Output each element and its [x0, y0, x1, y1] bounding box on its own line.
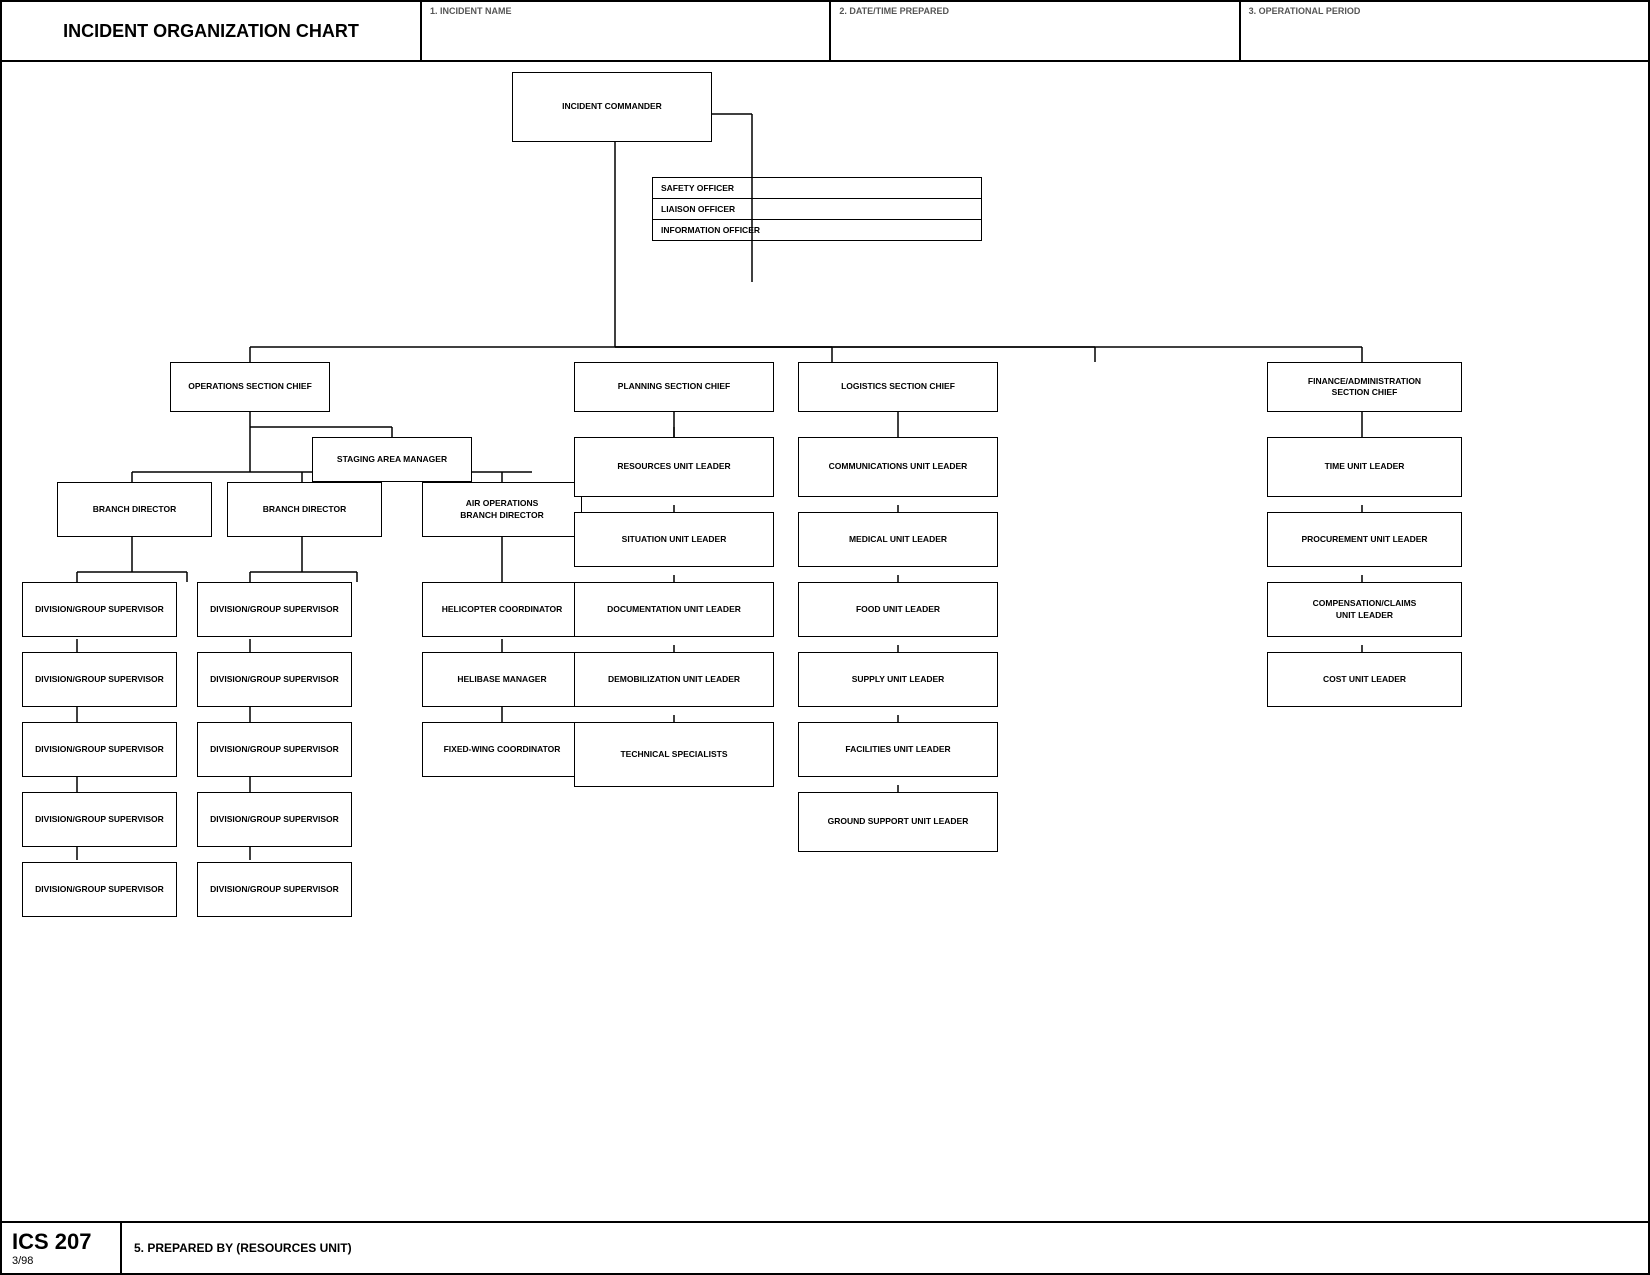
chart-title: INCIDENT ORGANIZATION CHART: [2, 2, 422, 60]
finance-chief-box: FINANCE/ADMINISTRATION SECTION CHIEF: [1267, 362, 1462, 412]
div-grp1-3-box: DIVISION/GROUP SUPERVISOR: [22, 722, 177, 777]
staging-area-box: STAGING AREA MANAGER: [312, 437, 472, 482]
chart-area: INCIDENT COMMANDER SAFETY OFFICER LIAISO…: [2, 62, 1648, 1221]
fixed-wing-box: FIXED-WING COORDINATOR: [422, 722, 582, 777]
div-grp1-4-box: DIVISION/GROUP SUPERVISOR: [22, 792, 177, 847]
situation-ul-box: SITUATION UNIT LEADER: [574, 512, 774, 567]
incident-commander-box: INCIDENT COMMANDER: [512, 72, 712, 142]
date-time-label: 2. DATE/TIME PREPARED: [839, 6, 1230, 16]
logistics-chief-box: LOGISTICS SECTION CHIEF: [798, 362, 998, 412]
div-grp2-5-box: DIVISION/GROUP SUPERVISOR: [197, 862, 352, 917]
div-grp2-4-box: DIVISION/GROUP SUPERVISOR: [197, 792, 352, 847]
procurement-ul-box: PROCUREMENT UNIT LEADER: [1267, 512, 1462, 567]
liaison-officer-box: LIAISON OFFICER: [653, 199, 981, 220]
facilities-ul-box: FACILITIES UNIT LEADER: [798, 722, 998, 777]
footer: ICS 207 3/98 5. PREPARED BY (RESOURCES U…: [2, 1221, 1648, 1273]
header-fields: 1. INCIDENT NAME 2. DATE/TIME PREPARED 3…: [422, 2, 1648, 60]
branch-dir1-box: BRANCH DIRECTOR: [57, 482, 212, 537]
div-grp1-1-box: DIVISION/GROUP SUPERVISOR: [22, 582, 177, 637]
comp-claims-ul-box: COMPENSATION/CLAIMS UNIT LEADER: [1267, 582, 1462, 637]
div-grp1-5-box: DIVISION/GROUP SUPERVISOR: [22, 862, 177, 917]
medical-ul-box: MEDICAL UNIT LEADER: [798, 512, 998, 567]
incident-name-label: 1. INCIDENT NAME: [430, 6, 821, 16]
operations-chief-box: OPERATIONS SECTION CHIEF: [170, 362, 330, 412]
div-grp1-2-box: DIVISION/GROUP SUPERVISOR: [22, 652, 177, 707]
comms-ul-box: COMMUNICATIONS UNIT LEADER: [798, 437, 998, 497]
safety-officer-box: SAFETY OFFICER: [653, 178, 981, 199]
prepared-by-label: 5. PREPARED BY (RESOURCES UNIT): [122, 1235, 1648, 1261]
div-grp2-1-box: DIVISION/GROUP SUPERVISOR: [197, 582, 352, 637]
footer-date: 3/98: [12, 1255, 110, 1267]
planning-chief-box: PLANNING SECTION CHIEF: [574, 362, 774, 412]
op-period-label: 3. OPERATIONAL PERIOD: [1249, 6, 1640, 16]
header: INCIDENT ORGANIZATION CHART 1. INCIDENT …: [2, 2, 1648, 62]
footer-left: ICS 207 3/98: [2, 1223, 122, 1273]
documentation-ul-box: DOCUMENTATION UNIT LEADER: [574, 582, 774, 637]
date-time-field: 2. DATE/TIME PREPARED: [831, 2, 1240, 60]
tech-specialists-box: TECHNICAL SPECIALISTS: [574, 722, 774, 787]
time-ul-box: TIME UNIT LEADER: [1267, 437, 1462, 497]
information-officer-box: INFORMATION OFFICER: [653, 220, 981, 240]
div-grp2-3-box: DIVISION/GROUP SUPERVISOR: [197, 722, 352, 777]
ground-support-ul-box: GROUND SUPPORT UNIT LEADER: [798, 792, 998, 852]
supply-ul-box: SUPPLY UNIT LEADER: [798, 652, 998, 707]
air-ops-box: AIR OPERATIONS BRANCH DIRECTOR: [422, 482, 582, 537]
demob-ul-box: DEMOBILIZATION UNIT LEADER: [574, 652, 774, 707]
helibase-mgr-box: HELIBASE MANAGER: [422, 652, 582, 707]
resources-ul-box: RESOURCES UNIT LEADER: [574, 437, 774, 497]
op-period-field: 3. OPERATIONAL PERIOD: [1241, 2, 1648, 60]
branch-dir2-box: BRANCH DIRECTOR: [227, 482, 382, 537]
ics-number: ICS 207: [12, 1229, 110, 1255]
heli-coord-box: HELICOPTER COORDINATOR: [422, 582, 582, 637]
page: INCIDENT ORGANIZATION CHART 1. INCIDENT …: [0, 0, 1650, 1275]
div-grp2-2-box: DIVISION/GROUP SUPERVISOR: [197, 652, 352, 707]
cost-ul-box: COST UNIT LEADER: [1267, 652, 1462, 707]
food-ul-box: FOOD UNIT LEADER: [798, 582, 998, 637]
incident-name-field: 1. INCIDENT NAME: [422, 2, 831, 60]
